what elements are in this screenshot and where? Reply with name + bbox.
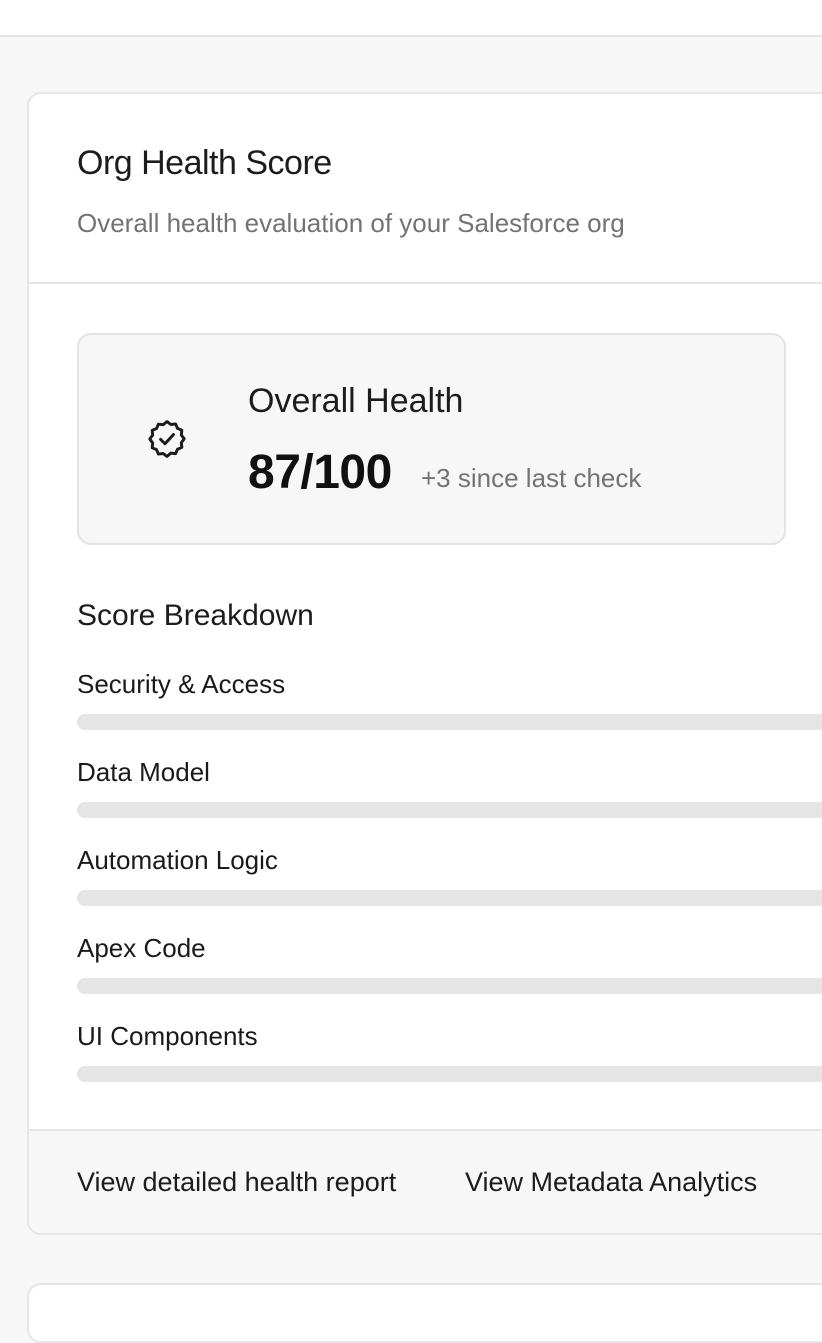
- metric-security-access: Security & Access: [77, 669, 822, 739]
- metric-automation-logic: Automation Logic: [77, 845, 822, 915]
- metric-apex-code: Apex Code: [77, 933, 822, 1003]
- metric-progress-bar: [77, 890, 822, 906]
- metric-label: UI Components: [77, 1021, 258, 1051]
- view-metadata-analytics-link[interactable]: View Metadata Analytics: [465, 1167, 757, 1198]
- view-health-report-link[interactable]: View detailed health report: [77, 1167, 396, 1198]
- card-subtitle: Overall health evaluation of your Salesf…: [77, 208, 625, 238]
- metric-label: Data Model: [77, 757, 210, 787]
- org-health-card: Org Health Score Overall health evaluati…: [27, 92, 822, 1235]
- card-header: Org Health Score Overall health evaluati…: [29, 94, 822, 284]
- card-title: Org Health Score: [77, 144, 332, 182]
- overall-health-panel: Overall Health 87/100 +3 since last chec…: [77, 333, 786, 545]
- card-footer: View detailed health report View Metadat…: [29, 1129, 822, 1233]
- metric-progress-bar: [77, 802, 822, 818]
- metric-ui-components: UI Components: [77, 1021, 822, 1091]
- metric-label: Apex Code: [77, 933, 206, 963]
- metric-data-model: Data Model: [77, 757, 822, 827]
- next-card: [27, 1283, 822, 1343]
- top-bar: [0, 0, 822, 37]
- overall-health-label: Overall Health: [248, 382, 464, 420]
- score-delta: +3 since last check: [421, 463, 642, 493]
- badge-check-icon: [148, 420, 186, 458]
- metric-progress-bar: [77, 714, 822, 730]
- metric-label: Automation Logic: [77, 845, 278, 875]
- metric-progress-bar: [77, 1066, 822, 1082]
- metric-progress-bar: [77, 978, 822, 994]
- overall-health-score: 87/100: [248, 446, 392, 499]
- score-breakdown-title: Score Breakdown: [77, 599, 314, 632]
- metric-label: Security & Access: [77, 669, 286, 699]
